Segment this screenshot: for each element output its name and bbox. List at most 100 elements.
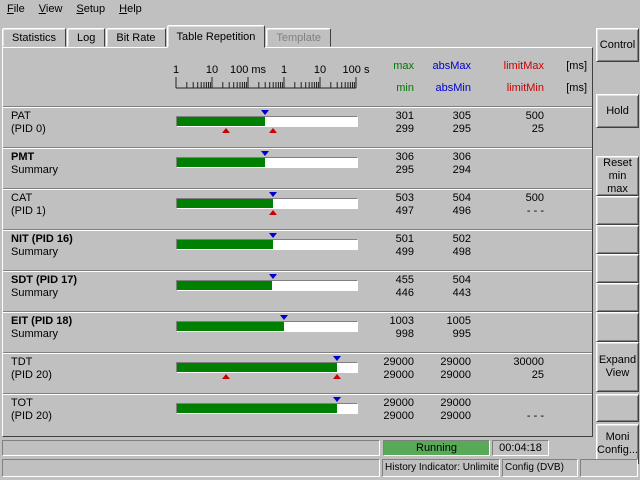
menu-bar: FileViewSetupHelp	[0, 0, 640, 20]
value-absmin: 29000	[401, 410, 471, 422]
softkey-blank	[596, 196, 639, 225]
value-absmax: 306	[401, 151, 471, 163]
row-title: PMT	[11, 151, 34, 163]
menu-help[interactable]: Help	[112, 0, 149, 18]
limit-marker	[222, 374, 230, 379]
column-header-limitmax: limitMax	[474, 60, 544, 72]
value-absmin: 443	[401, 287, 471, 299]
table-row-pmt: PMTSummary306295306294	[3, 147, 592, 188]
absmax-marker	[261, 110, 269, 115]
row-title: SDT (PID 17)	[11, 274, 77, 286]
hold-button[interactable]: Hold	[596, 94, 639, 128]
table-row-tdt: TDT(PID 20)290002900029000290003000025	[3, 352, 592, 393]
menu-setup[interactable]: Setup	[69, 0, 112, 18]
elapsed-time: 00:04:18	[492, 440, 549, 456]
history-indicator: History Indicator: Unlimited	[382, 459, 500, 477]
tab-bit-rate[interactable]: Bit Rate	[106, 28, 165, 47]
tab-bar: StatisticsLogBit RateTable RepetitionTem…	[2, 25, 332, 48]
table-row-pat: PAT(PID 0)30129930529550025	[3, 106, 592, 147]
column-header-absmin: absMin	[401, 82, 471, 94]
value-absmax: 504	[401, 274, 471, 286]
value-limitmax: 500	[474, 192, 544, 204]
repetition-bar-fill	[177, 158, 265, 167]
column-header-unit-top: [ms]	[547, 60, 587, 72]
value-limitmin: - - -	[474, 205, 544, 217]
repetition-bar	[176, 280, 358, 291]
row-title: PAT	[11, 110, 31, 122]
control-button[interactable]: Control	[596, 28, 639, 62]
softkey-blank	[596, 225, 639, 254]
repetition-bar-fill	[177, 281, 272, 290]
absmax-marker	[280, 315, 288, 320]
column-header-absmax: absMax	[401, 60, 471, 72]
value-limitmin: 25	[474, 123, 544, 135]
absmax-marker	[333, 397, 341, 402]
elapsed-time-value: 00:04:18	[499, 442, 542, 454]
running-status-label: Running	[416, 442, 457, 454]
table-row-tot: TOT(PID 20)29000290002900029000- - -	[3, 393, 592, 434]
softkey-blank	[596, 394, 639, 422]
value-absmin: 29000	[401, 369, 471, 381]
tab-log[interactable]: Log	[67, 28, 105, 47]
limit-marker	[333, 374, 341, 379]
value-absmax: 502	[401, 233, 471, 245]
tab-table-repetition[interactable]: Table Repetition	[167, 25, 266, 48]
row-subtitle: (PID 1)	[11, 205, 46, 217]
absmax-marker	[269, 274, 277, 279]
table-repetition-panel: 1 10 100 ms 1 10 100 s max min absMax ab…	[2, 47, 593, 437]
repetition-bar	[176, 198, 358, 209]
value-absmax: 305	[401, 110, 471, 122]
repetition-bar-fill	[177, 322, 284, 331]
side-button-panel: Control Hold Reset min max Expand View Moni …	[595, 0, 640, 480]
repetition-bar	[176, 321, 358, 332]
repetition-bar-fill	[177, 404, 337, 413]
history-indicator-label: History Indicator: Unlimited	[385, 462, 500, 473]
row-subtitle: Summary	[11, 287, 58, 299]
absmax-marker	[269, 233, 277, 238]
table-row-eit-pid-18: EIT (PID 18)Summary10039981005995	[3, 311, 592, 352]
reset-min-max-button[interactable]: Reset min max	[596, 156, 639, 196]
repetition-bar-fill	[177, 240, 273, 249]
column-header-unit-bottom: [ms]	[547, 82, 587, 94]
value-limitmin: - - -	[474, 410, 544, 422]
row-title: NIT (PID 16)	[11, 233, 73, 245]
value-absmin: 496	[401, 205, 471, 217]
tab-template[interactable]: Template	[266, 28, 331, 47]
config-indicator-label: Config (DVB)	[505, 462, 564, 473]
status-left-panel-2	[2, 459, 380, 477]
expand-view-button[interactable]: Expand View	[596, 342, 639, 392]
row-subtitle: Summary	[11, 164, 58, 176]
status-right-panel	[580, 459, 638, 477]
value-absmin: 294	[401, 164, 471, 176]
value-absmin: 498	[401, 246, 471, 258]
moni-config-button[interactable]: Moni Config...	[596, 424, 639, 464]
value-limitmax: 30000	[474, 356, 544, 368]
value-absmin: 995	[401, 328, 471, 340]
row-subtitle: (PID 20)	[11, 410, 52, 422]
softkey-blank	[596, 254, 639, 283]
value-limitmin: 25	[474, 369, 544, 381]
value-absmax: 504	[401, 192, 471, 204]
softkey-blank	[596, 283, 639, 312]
rows-container: PAT(PID 0)30129930529550025PMTSummary306…	[3, 106, 592, 434]
table-row-sdt-pid-17: SDT (PID 17)Summary455446504443	[3, 270, 592, 311]
repetition-bar	[176, 239, 358, 250]
menu-view[interactable]: View	[32, 0, 70, 18]
value-absmax: 29000	[401, 397, 471, 409]
row-title: TDT	[11, 356, 32, 368]
column-header-limitmin: limitMin	[474, 82, 544, 94]
row-subtitle: (PID 20)	[11, 369, 52, 381]
row-subtitle: Summary	[11, 246, 58, 258]
row-subtitle: Summary	[11, 328, 58, 340]
repetition-bar	[176, 403, 358, 414]
table-row-cat: CAT(PID 1)503497504496500- - -	[3, 188, 592, 229]
row-title: CAT	[11, 192, 32, 204]
menu-file[interactable]: File	[0, 0, 32, 18]
table-row-nit-pid-16: NIT (PID 16)Summary501499502498	[3, 229, 592, 270]
limit-marker	[269, 128, 277, 133]
absmax-marker	[333, 356, 341, 361]
tab-statistics[interactable]: Statistics	[2, 28, 66, 47]
repetition-bar-fill	[177, 199, 273, 208]
absmax-marker	[269, 192, 277, 197]
row-subtitle: (PID 0)	[11, 123, 46, 135]
